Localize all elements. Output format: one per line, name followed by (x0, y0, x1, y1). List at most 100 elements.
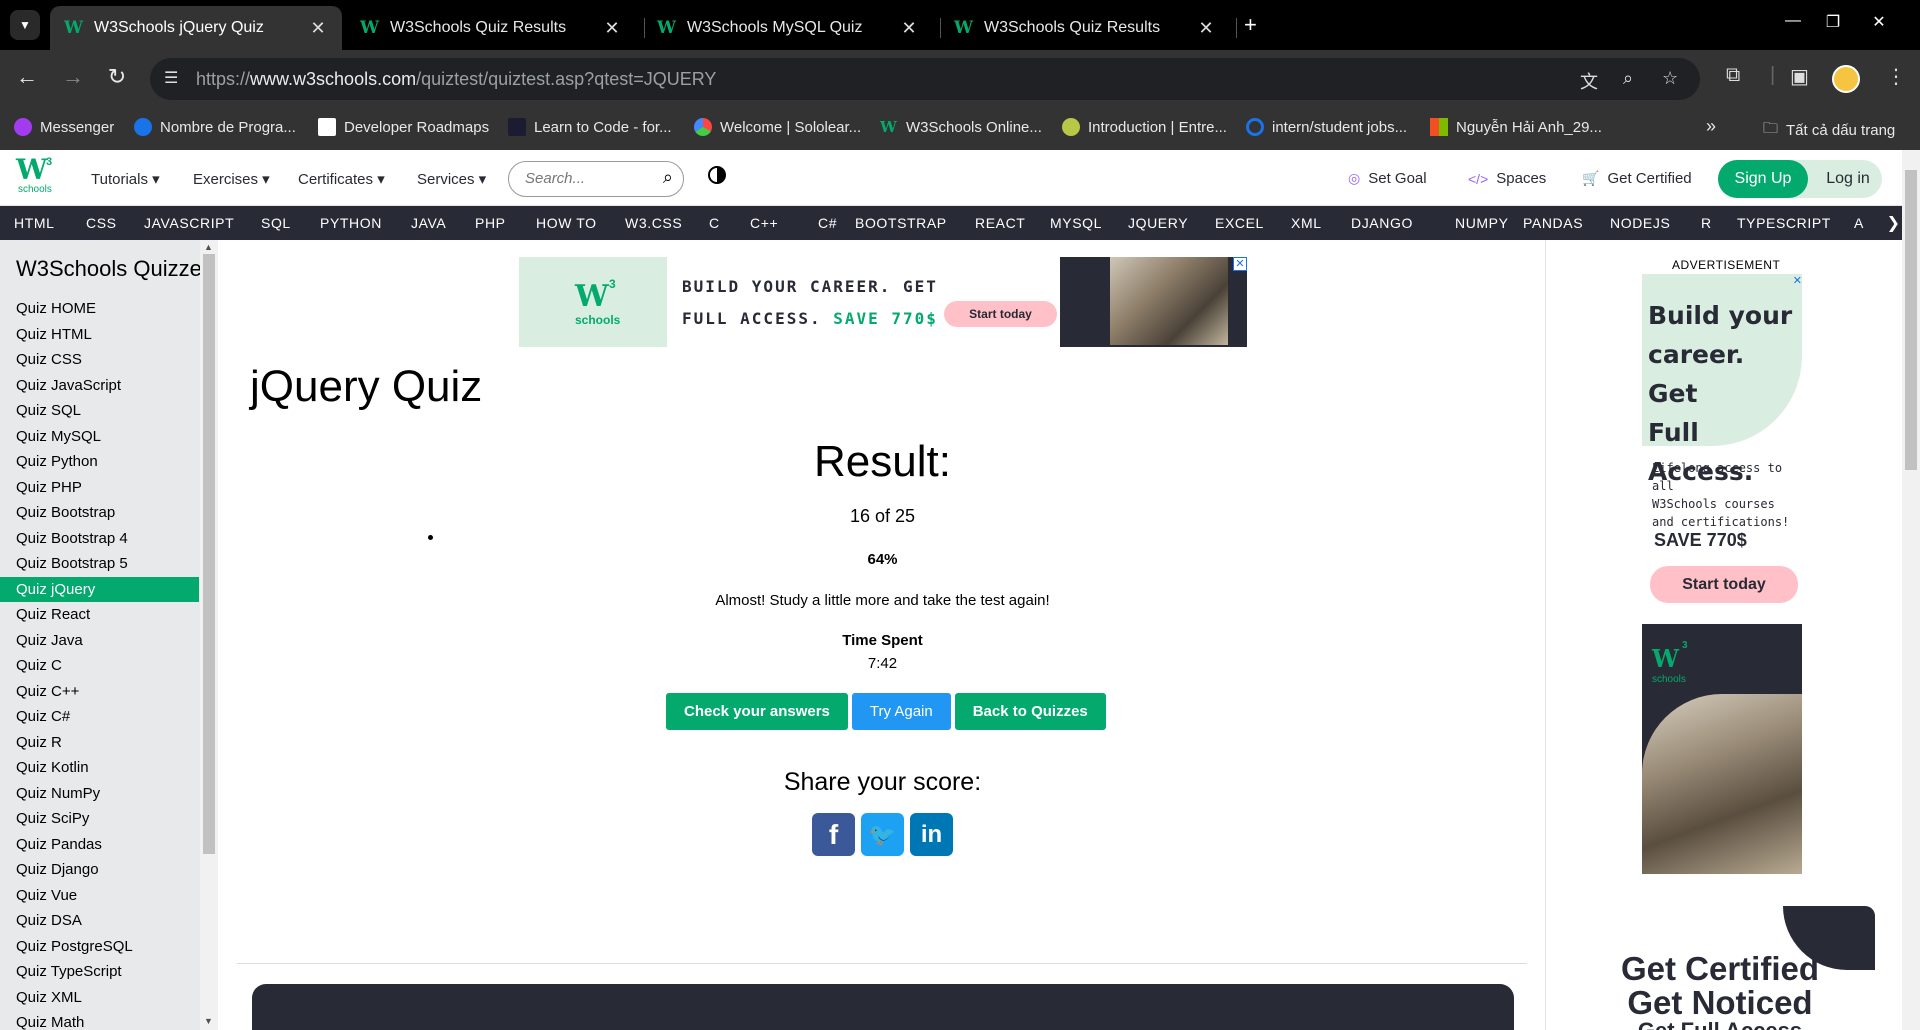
linkedin-icon[interactable]: in (910, 813, 953, 856)
sidebar-item-quiz-css[interactable]: Quiz CSS (0, 347, 199, 372)
lang-link-jquery[interactable]: JQUERY (1128, 215, 1188, 231)
minimize-icon[interactable]: — (1778, 12, 1808, 30)
more-bookmarks-chevron[interactable]: » (1706, 116, 1716, 137)
sidebar-item-quiz-math[interactable]: Quiz Math (0, 1010, 199, 1030)
bookmark-intern-jobs[interactable]: intern/student jobs... (1246, 118, 1407, 136)
lang-link-numpy[interactable]: NUMPY (1455, 215, 1509, 231)
lang-link-bootstrap[interactable]: BOOTSTRAP (855, 215, 947, 231)
lang-link-java[interactable]: JAVA (411, 215, 446, 231)
lang-link-cp+[interactable]: C++ (750, 215, 778, 231)
bookmark-roadmaps[interactable]: Developer Roadmaps (318, 118, 489, 136)
bookmark-learn-to-code[interactable]: Learn to Code - for... (508, 118, 672, 136)
all-bookmarks[interactable]: 🗀 Tất cả dấu trang (1763, 118, 1895, 143)
lang-link-php[interactable]: PHP (475, 215, 506, 231)
page-scrollbar[interactable] (1902, 150, 1920, 1030)
sidebar-item-quiz-c#[interactable]: Quiz C# (0, 704, 199, 729)
scroll-up-icon[interactable]: ▲ (204, 242, 213, 252)
check-answers-button[interactable]: Check your answers (666, 693, 848, 730)
search-icon[interactable]: ⌕ (663, 167, 673, 188)
sidebar-item-quiz-r[interactable]: Quiz R (0, 730, 199, 755)
sidebar-item-quiz-dsa[interactable]: Quiz DSA (0, 908, 199, 933)
dark-mode-toggle-icon[interactable] (708, 166, 726, 184)
menu-certificates[interactable]: Certificates ▾ (298, 170, 385, 188)
search-input[interactable]: Search... ⌕ (508, 161, 684, 197)
banner-ad[interactable]: W 3 schools BUILD YOUR CAREER. GET FULL … (519, 257, 1247, 347)
lang-link-c[interactable]: C (709, 215, 720, 231)
sidebar-item-quiz-javascript[interactable]: Quiz JavaScript (0, 373, 199, 398)
lang-link-w3css[interactable]: W3.CSS (625, 215, 682, 231)
close-window-icon[interactable]: ✕ (1864, 12, 1894, 32)
bookmark-w3schools[interactable]: W W3Schools Online... (880, 118, 1042, 136)
menu-tutorials[interactable]: Tutorials ▾ (91, 170, 160, 188)
translate-icon[interactable]: 文 (1580, 68, 1598, 94)
extensions-icon[interactable]: ⧉ (1726, 64, 1740, 87)
scroll-down-icon[interactable]: ▼ (204, 1016, 213, 1026)
lang-link-xml[interactable]: XML (1291, 215, 1322, 231)
try-again-button[interactable]: Try Again (851, 693, 951, 730)
site-info-icon[interactable]: ☰ (164, 68, 178, 88)
ad-start-today-button[interactable]: Start today (1650, 566, 1798, 603)
page-scroll-thumb[interactable] (1905, 170, 1917, 470)
twitter-icon[interactable]: 🐦 (861, 813, 904, 856)
ad-start-today-button[interactable]: Start today (944, 301, 1057, 327)
lang-link-csharp[interactable]: C# (818, 215, 837, 231)
set-goal-link[interactable]: ◎ Set Goal (1348, 170, 1427, 187)
menu-services[interactable]: Services ▾ (417, 170, 486, 188)
sidebar-item-quiz-bootstrap-4[interactable]: Quiz Bootstrap 4 (0, 526, 199, 551)
lang-link-css[interactable]: CSS (86, 215, 117, 231)
forward-arrow-icon[interactable]: → (58, 64, 88, 90)
sidebar-item-quiz-sql[interactable]: Quiz SQL (0, 398, 199, 423)
tab-search-button[interactable]: ▼ (10, 10, 40, 40)
sidebar-item-quiz-django[interactable]: Quiz Django (0, 857, 199, 882)
get-certified-link[interactable]: 🛒 Get Certified (1582, 170, 1692, 187)
spaces-link[interactable]: </> Spaces (1468, 170, 1546, 187)
reload-icon[interactable]: ↻ (102, 64, 132, 90)
sidebar-item-quiz-c++[interactable]: Quiz C++ (0, 679, 199, 704)
lang-link-mysql[interactable]: MYSQL (1050, 215, 1102, 231)
facebook-icon[interactable]: f (812, 813, 855, 856)
tab-quiz-results-1[interactable]: W W3Schools Quiz Results ✕ (346, 6, 636, 50)
lang-bar-next-icon[interactable]: ❯ (1887, 213, 1900, 233)
lang-link-a[interactable]: A (1854, 215, 1864, 231)
close-tab-icon[interactable]: ✕ (308, 18, 328, 39)
w3schools-logo[interactable]: W 3 schools (16, 156, 60, 200)
bookmark-nombre[interactable]: Nombre de Progra... (134, 118, 296, 136)
lang-link-nodejs[interactable]: NODEJS (1610, 215, 1670, 231)
lang-link-excel[interactable]: EXCEL (1215, 215, 1264, 231)
lang-link-pandas[interactable]: PANDAS (1523, 215, 1583, 231)
lang-link-typescript[interactable]: TYPESCRIPT (1737, 215, 1831, 231)
lang-link-react[interactable]: REACT (975, 215, 1025, 231)
sidebar-item-quiz-typescript[interactable]: Quiz TypeScript (0, 959, 199, 984)
bookmark-messenger[interactable]: Messenger (14, 118, 114, 136)
back-to-quizzes-button[interactable]: Back to Quizzes (954, 693, 1106, 730)
profile-avatar[interactable] (1832, 65, 1860, 93)
sidebar-item-quiz-xml[interactable]: Quiz XML (0, 985, 199, 1010)
ad-close-icon[interactable]: ✕ (1233, 257, 1247, 271)
ad-close-icon[interactable]: ✕ (1793, 274, 1802, 287)
close-tab-icon[interactable]: ✕ (899, 18, 919, 39)
sign-up-button[interactable]: Sign Up (1718, 160, 1808, 198)
lang-link-r[interactable]: R (1701, 215, 1712, 231)
log-in-button[interactable]: Log in (1818, 160, 1878, 198)
sidebar-item-quiz-html[interactable]: Quiz HTML (0, 322, 199, 347)
lang-link-python[interactable]: PYTHON (320, 215, 382, 231)
address-bar[interactable]: ☰ https://www.w3schools.com/quiztest/qui… (150, 58, 1700, 100)
sidebar-item-quiz-vue[interactable]: Quiz Vue (0, 883, 199, 908)
sidebar-item-quiz-postgresql[interactable]: Quiz PostgreSQL (0, 934, 199, 959)
menu-exercises[interactable]: Exercises ▾ (193, 170, 270, 188)
lang-link-sql[interactable]: SQL (261, 215, 291, 231)
back-arrow-icon[interactable]: ← (12, 64, 42, 90)
lang-link-howto[interactable]: HOW TO (536, 215, 597, 231)
new-tab-plus-icon[interactable]: + (1244, 12, 1257, 38)
sidebar-item-quiz-pandas[interactable]: Quiz Pandas (0, 832, 199, 857)
bookmark-star-icon[interactable]: ☆ (1662, 68, 1678, 89)
restore-icon[interactable]: ❐ (1818, 12, 1848, 32)
close-tab-icon[interactable]: ✕ (1196, 18, 1216, 39)
side-panel-icon[interactable]: ▣ (1790, 64, 1809, 89)
zoom-icon[interactable]: ⌕ (1623, 68, 1633, 89)
lang-link-html[interactable]: HTML (14, 215, 55, 231)
sidebar-item-quiz-home[interactable]: Quiz HOME (0, 296, 199, 321)
lang-link-javascript[interactable]: JAVASCRIPT (144, 215, 234, 231)
tab-quiz-results-2[interactable]: W W3Schools Quiz Results ✕ (940, 6, 1230, 50)
more-menu-icon[interactable]: ⋮ (1886, 64, 1906, 89)
